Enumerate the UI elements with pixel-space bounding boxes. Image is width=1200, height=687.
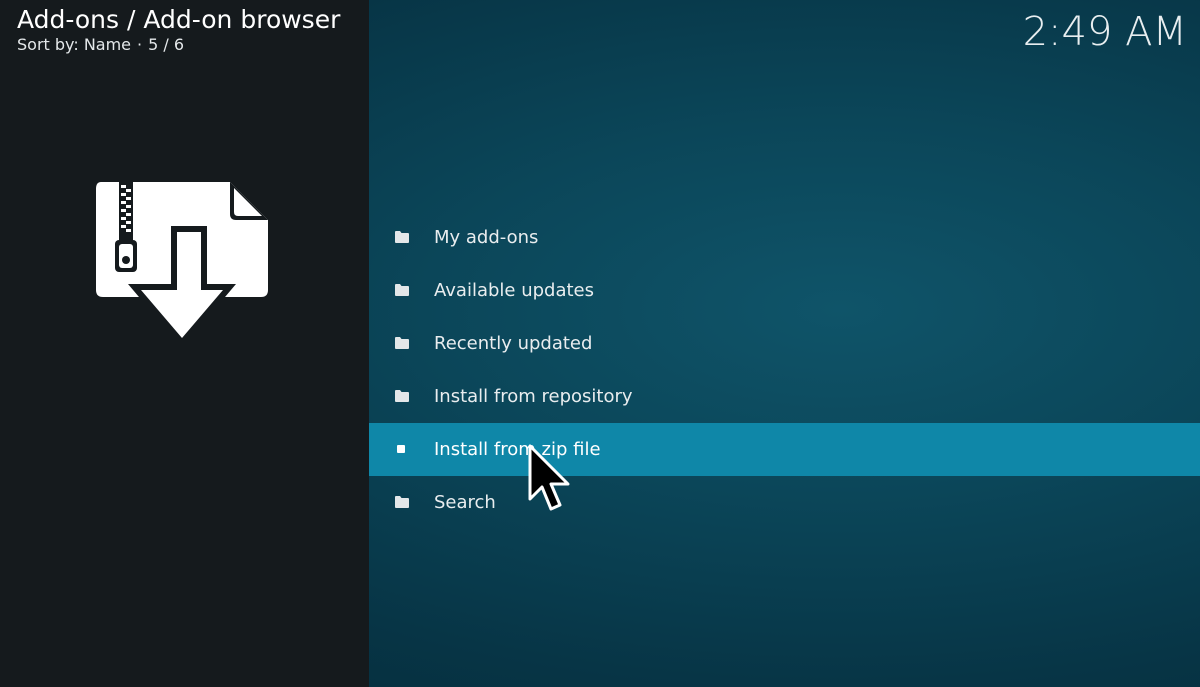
addon-menu: My add-ons Available updates Recently up… xyxy=(369,211,1200,529)
folder-icon xyxy=(395,231,409,243)
kodi-screen: Add-ons / Add-on browser Sort by: Name · 5… xyxy=(0,0,1200,687)
menu-item-my-addons[interactable]: My add-ons xyxy=(369,211,1200,264)
menu-item-install-from-zip-file[interactable]: Install from zip file xyxy=(369,423,1200,476)
square-dot-icon xyxy=(397,445,405,453)
menu-item-label: Recently updated xyxy=(434,333,593,354)
menu-item-install-from-repository[interactable]: Install from repository xyxy=(369,370,1200,423)
sort-info: Sort by: Name · 5 / 6 xyxy=(17,36,340,54)
zip-download-icon xyxy=(96,182,268,348)
left-info-panel: Add-ons / Add-on browser Sort by: Name · 5… xyxy=(0,0,369,687)
header: Add-ons / Add-on browser Sort by: Name · 5… xyxy=(17,4,340,54)
folder-icon xyxy=(395,284,409,296)
breadcrumb-title: Add-ons / Add-on browser xyxy=(17,5,341,34)
mouse-pointer-icon xyxy=(528,444,570,511)
menu-item-label: Install from repository xyxy=(434,386,633,407)
folder-icon xyxy=(395,337,409,349)
menu-item-available-updates[interactable]: Available updates xyxy=(369,264,1200,317)
sort-label[interactable]: Sort by: Name xyxy=(17,35,131,54)
menu-item-recently-updated[interactable]: Recently updated xyxy=(369,317,1200,370)
menu-item-label: Available updates xyxy=(434,280,594,301)
menu-item-label: Search xyxy=(434,492,496,513)
item-position: 5 / 6 xyxy=(148,35,185,54)
folder-icon xyxy=(395,390,409,402)
menu-item-label: My add-ons xyxy=(434,227,539,248)
clock: 2:49 AM xyxy=(1022,9,1187,55)
menu-item-search[interactable]: Search xyxy=(369,476,1200,529)
separator: · xyxy=(137,35,143,54)
folder-icon xyxy=(395,496,409,508)
